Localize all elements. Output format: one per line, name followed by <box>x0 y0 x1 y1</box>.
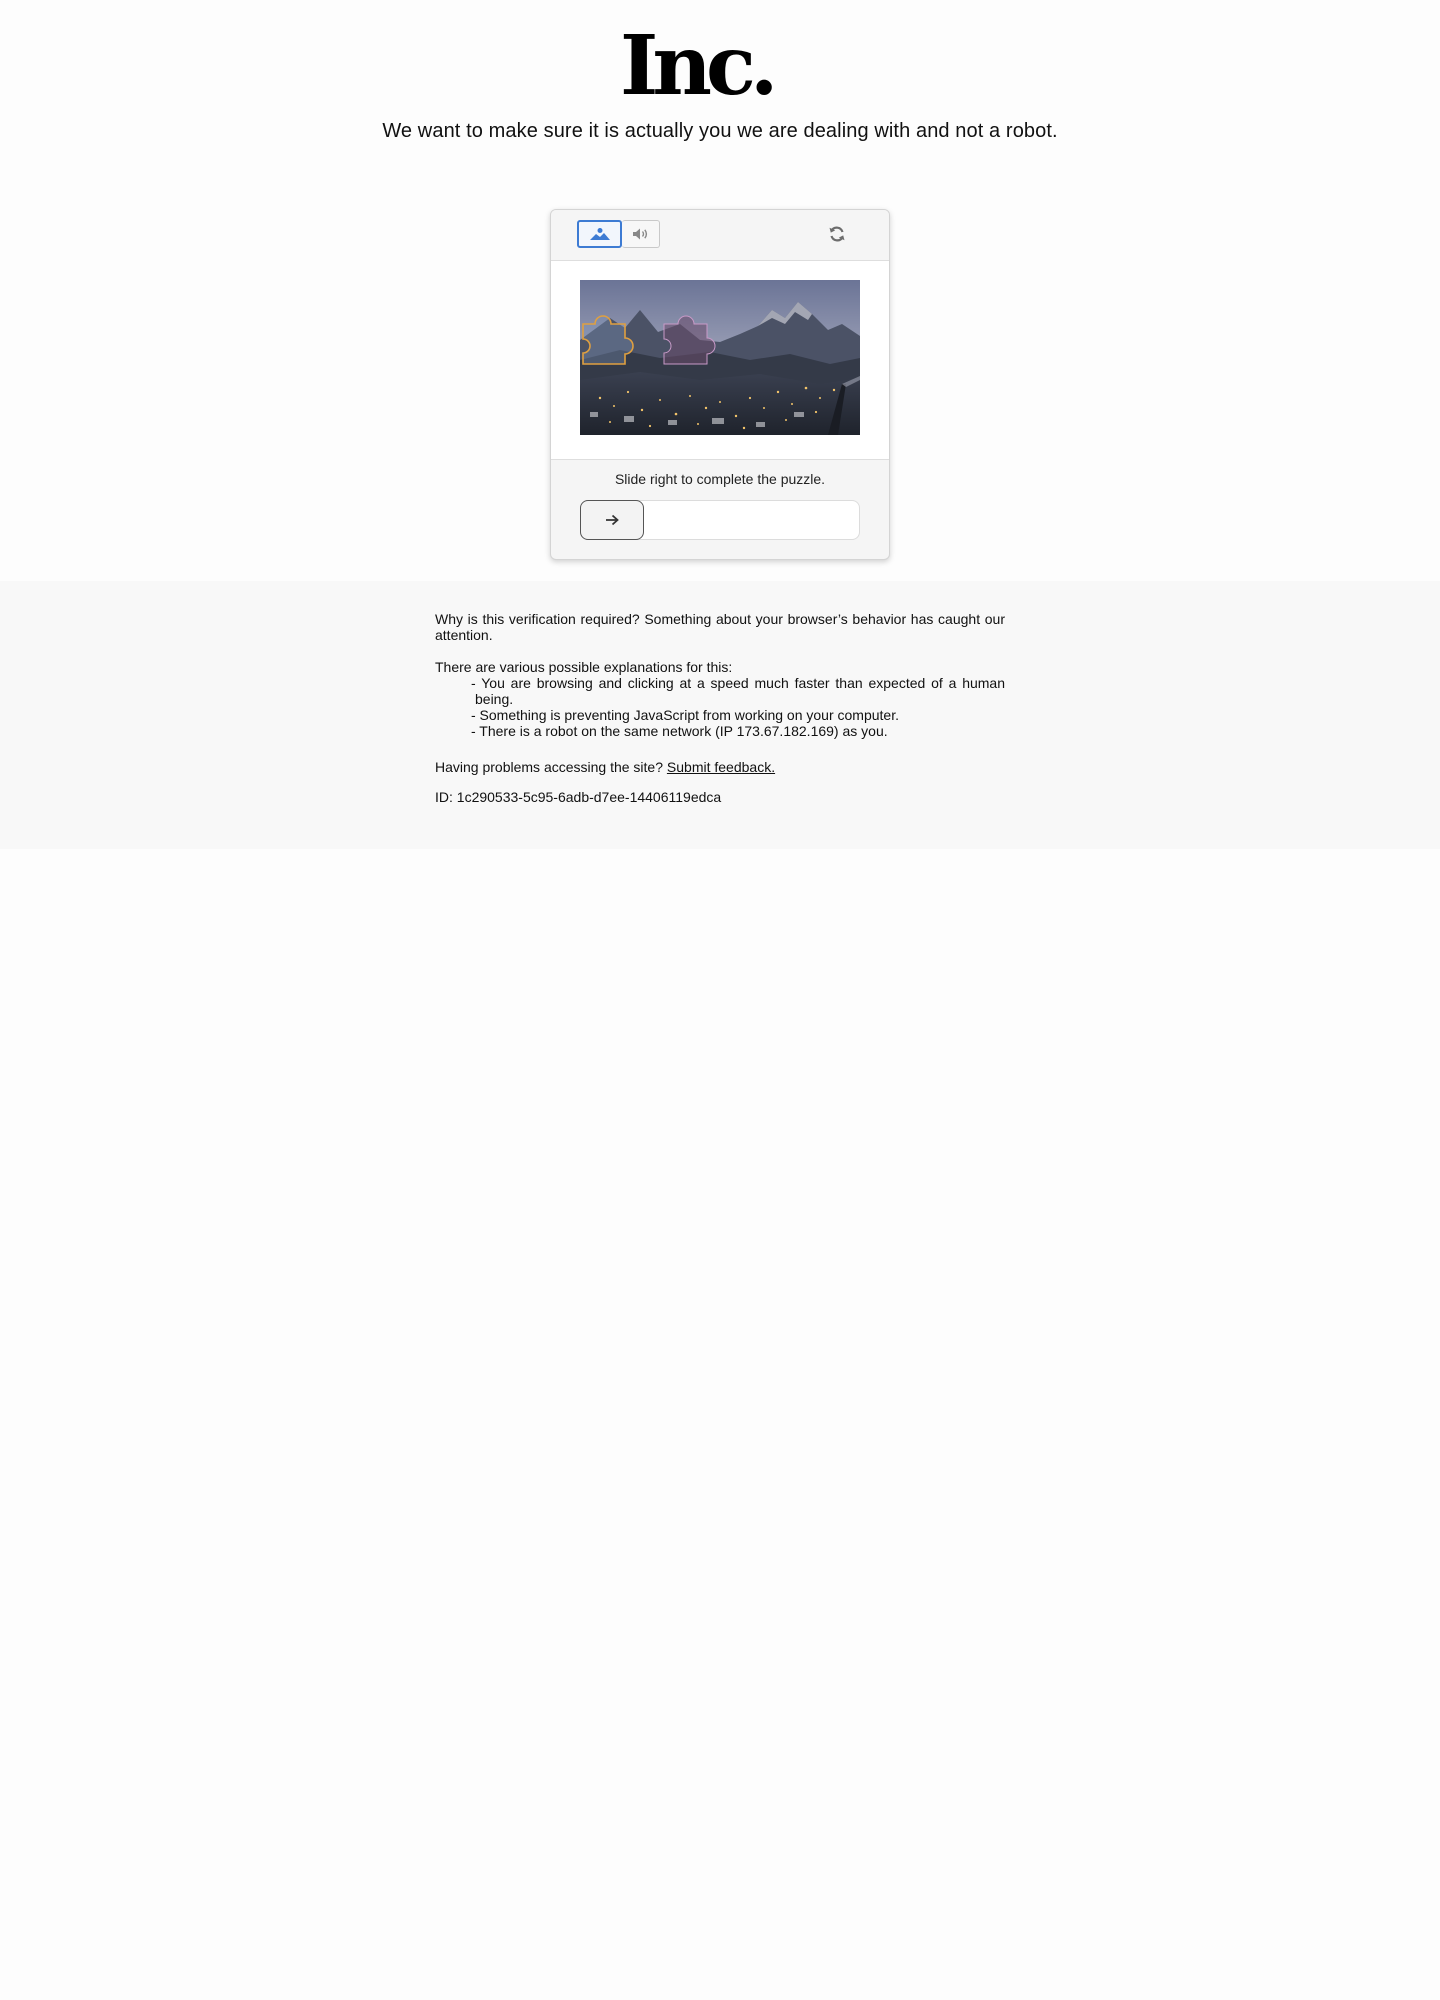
why-text: Why is this verification required? Somet… <box>435 611 1005 643</box>
audio-mode-button[interactable] <box>622 220 660 248</box>
captcha-toolbar <box>551 210 889 261</box>
slider-handle[interactable] <box>580 500 644 540</box>
page-subtitle: We want to make sure it is actually you … <box>382 120 1058 142</box>
info-content: Why is this verification required? Somet… <box>435 611 1005 805</box>
list-item: - There is a robot on the same network (… <box>471 723 888 739</box>
mountain-image-icon <box>589 228 610 240</box>
problems-line: Having problems accessing the site? Subm… <box>435 759 1005 775</box>
captcha-widget: Slide right to complete the puzzle. <box>550 209 890 560</box>
logo-text: Inc. <box>620 28 772 100</box>
page-header-area: Inc. We want to make sure it is actually… <box>0 0 1440 581</box>
explanations-list: - You are browsing and clicking at a spe… <box>435 675 1005 739</box>
submit-feedback-link[interactable]: Submit feedback. <box>667 759 775 775</box>
info-section: Why is this verification required? Somet… <box>0 581 1440 849</box>
captcha-image-area <box>551 261 889 460</box>
inc-logo: Inc. <box>620 28 822 100</box>
explanations-intro: There are various possible explanations … <box>435 659 733 675</box>
refresh-icon <box>829 226 845 242</box>
arrow-right-icon <box>606 514 619 526</box>
speaker-icon <box>632 228 647 240</box>
captcha-slider-area: Slide right to complete the puzzle. <box>551 460 889 559</box>
list-item: - You are browsing and clicking at a spe… <box>471 675 1005 707</box>
problems-text: Having problems accessing the site? <box>435 759 664 775</box>
image-mode-button[interactable] <box>577 220 622 248</box>
refresh-button[interactable] <box>827 224 847 244</box>
puzzle-piece <box>582 315 634 365</box>
captcha-instruction: Slide right to complete the puzzle. <box>614 471 826 487</box>
puzzle-image <box>580 280 860 435</box>
list-item: - Something is preventing JavaScript fro… <box>471 707 899 723</box>
request-id: ID: 1c290533-5c95-6adb-d7ee-14406119edca <box>435 789 722 805</box>
